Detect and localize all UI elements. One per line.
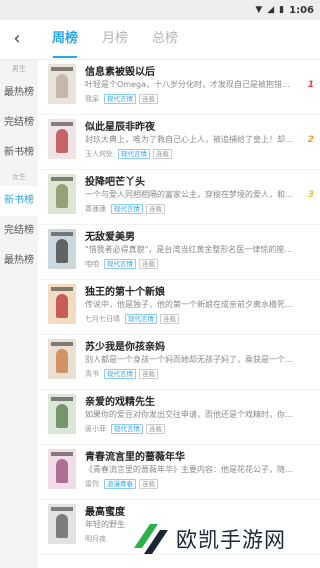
book-title: 似此星辰非昨夜 <box>85 122 155 133</box>
book-tag: 浪漫青春 <box>104 479 136 489</box>
signal-icon: ▼ <box>255 5 263 15</box>
top-bar: ‹ 周榜 月榜 总榜 <box>0 20 320 60</box>
book-description: 封玖大典上，唯为了救自己心上人，被追捕给了皇上！却在洞房夜... <box>85 135 297 144</box>
back-button[interactable]: ‹ <box>6 28 28 50</box>
book-tag: 连载 <box>139 369 158 379</box>
book-meta: 七月七日晴 现代言情 连载 <box>85 313 182 325</box>
watermark-logo-icon <box>128 518 172 560</box>
sidebar-item-male-finished[interactable]: 完结榜 <box>0 108 38 138</box>
battery-icon: ▮ <box>279 5 285 15</box>
book-tag: 现代言情 <box>111 204 143 214</box>
book-meta: 菁蓮蓮 现代言情 连载 <box>85 203 168 215</box>
book-cover <box>48 339 76 379</box>
book-item[interactable]: 苏少我是你孩亲妈别人都是一个身孩一个妈而她却无孩子妈了，乘获是一个合同就把我送出… <box>40 335 320 390</box>
book-description: 《青春流言里的蔷薇年华》主要内容：他是花花公子，随波逐流。 <box>85 465 297 474</box>
book-item[interactable]: 信息素被毁以后叶轻是个Omega，十八岁分化时，才发现自己是被抱错的豪门少爷。我… <box>40 60 320 115</box>
book-author: 菁蓮蓮 <box>85 205 106 213</box>
rank-badge: 1 <box>307 80 314 90</box>
book-author: 唐小菲 <box>85 425 106 433</box>
sidebar-item-male-hot[interactable]: 最热榜 <box>0 78 38 108</box>
book-cover <box>48 229 76 269</box>
status-time: 1:06 <box>289 4 314 16</box>
status-bar: ▼ ◢ ▮ 1:06 <box>0 0 320 20</box>
cellular-icon: ◢ <box>267 5 275 15</box>
tab-weekly[interactable]: 周榜 <box>40 20 90 60</box>
book-title: 最高蜜度 <box>85 507 125 518</box>
book-tag: 现代言情 <box>118 149 150 159</box>
book-tag: 现代言情 <box>111 424 143 434</box>
book-title: 无敌爱美男 <box>85 232 135 243</box>
rank-tabs: 周榜 月榜 总榜 <box>40 20 190 60</box>
chevron-left-icon: ‹ <box>13 28 21 49</box>
book-cover <box>48 174 76 214</box>
book-meta: 明月夜 <box>85 533 111 545</box>
book-item[interactable]: 似此星辰非昨夜封玖大典上，唯为了救自己心上人，被追捕给了皇上！却在洞房夜... 玉… <box>40 115 320 170</box>
rank-badge: 2 <box>307 135 314 145</box>
book-title: 苏少我是你孩亲妈 <box>85 342 165 353</box>
book-author: 青书 <box>85 370 99 378</box>
book-cover <box>48 64 76 104</box>
book-title: 独王的第十个新娘 <box>85 287 165 298</box>
book-item[interactable]: 投降吧芒丫头一个与爱人同相相隔的富家公主，穿梭在梦境的爱人，和很实的男... 菁蓮… <box>40 170 320 225</box>
book-tag: 连载 <box>139 259 158 269</box>
book-item[interactable]: 无敌爱美男 "惜我者必得真貌"，是台湾当红黄金整形名医一律惊的座右铭，只... 咱咱… <box>40 225 320 280</box>
book-tag: 连载 <box>146 204 165 214</box>
book-item[interactable]: 独王的第十个新娘传说中，他是独子，他的第一个新娘在成亲前夕离水橹死了，第二...… <box>40 280 320 335</box>
tab-all-time[interactable]: 总榜 <box>140 20 190 60</box>
book-author: 七月七日晴 <box>85 315 120 323</box>
book-title: 青春流言里的蔷薇年华 <box>85 452 185 463</box>
watermark: 欧凯手游网 <box>128 516 320 562</box>
book-cover <box>48 449 76 489</box>
book-author: 玉人何处 <box>85 150 113 158</box>
book-tag: 连载 <box>139 479 158 489</box>
book-list: 信息素被毁以后叶轻是个Omega，十八岁分化时，才发现自己是被抱错的豪门少爷。我… <box>40 60 320 568</box>
book-tag: 现代言情 <box>104 369 136 379</box>
book-title: 信息素被毁以后 <box>85 67 155 78</box>
book-meta: 我呆 现代言情 连载 <box>85 93 161 105</box>
tab-monthly[interactable]: 月榜 <box>90 20 140 60</box>
book-tag: 连载 <box>146 424 165 434</box>
book-description: 叶轻是个Omega，十八岁分化时，才发现自己是被抱错的豪门少爷。 <box>85 80 297 89</box>
book-author: 雷烈 <box>85 480 99 488</box>
sidebar-group-male: 男生 <box>12 65 26 73</box>
book-description: 传说中，他是独子，他的第一个新娘在成亲前夕离水橹死了，第二... <box>85 300 297 309</box>
book-description: 别人都是一个身孩一个妈而她却无孩子妈了，乘获是一个合同就把我送出去... <box>85 355 297 364</box>
book-description: 如果你的爱豆对你发出交往申请，而他还是个戏精时，你是一笑而... <box>85 410 297 419</box>
book-cover <box>48 394 76 434</box>
book-meta: 青书 现代言情 连载 <box>85 368 161 380</box>
book-description: "惜我者必得真貌"，是台湾当红黄金整形名医一律惊的座右铭，只... <box>85 245 297 254</box>
book-author: 明月夜 <box>85 535 106 543</box>
category-sidebar: 男生 最热榜 完结榜 新书榜 女生 新书榜 完结榜 最热榜 <box>0 60 38 568</box>
book-title: 亲爱的戏精先生 <box>85 397 155 408</box>
book-item[interactable]: 青春流言里的蔷薇年华《青春流言里的蔷薇年华》主要内容：他是花花公子，随波逐流。雷… <box>40 445 320 500</box>
book-description: 一个与爱人同相相隔的富家公主，穿梭在梦境的爱人，和很实的男... <box>85 190 297 199</box>
sidebar-group-female: 女生 <box>12 173 26 181</box>
sidebar-item-female-hot[interactable]: 最热榜 <box>0 246 38 276</box>
book-meta: 雷烈 浪漫青春 连载 <box>85 478 161 490</box>
book-meta: 唐小菲 现代言情 连载 <box>85 423 168 435</box>
book-item[interactable]: 亲爱的戏精先生如果你的爱豆对你发出交往申请，而他还是个戏精时，你是一笑而... 唐… <box>40 390 320 445</box>
book-author: 我呆 <box>85 95 99 103</box>
book-cover <box>48 119 76 159</box>
book-tag: 连载 <box>153 149 172 159</box>
book-cover <box>48 504 76 544</box>
book-tag: 现代言情 <box>104 259 136 269</box>
book-title: 投降吧芒丫头 <box>85 177 145 188</box>
sidebar-item-male-new[interactable]: 新书榜 <box>0 138 38 168</box>
rank-badge: 3 <box>307 190 314 200</box>
book-tag: 连载 <box>160 314 179 324</box>
watermark-text: 欧凯手游网 <box>176 528 286 552</box>
book-cover <box>48 284 76 324</box>
book-author: 咱咱 <box>85 260 99 268</box>
book-tag: 连载 <box>139 94 158 104</box>
sidebar-item-female-new[interactable]: 新书榜 <box>0 186 38 216</box>
book-meta: 玉人何处 现代言情 连载 <box>85 148 175 160</box>
book-tag: 现代言情 <box>104 94 136 104</box>
sidebar-item-female-finished[interactable]: 完结榜 <box>0 216 38 246</box>
book-meta: 咱咱 现代言情 连载 <box>85 258 161 270</box>
book-tag: 现代言情 <box>125 314 157 324</box>
